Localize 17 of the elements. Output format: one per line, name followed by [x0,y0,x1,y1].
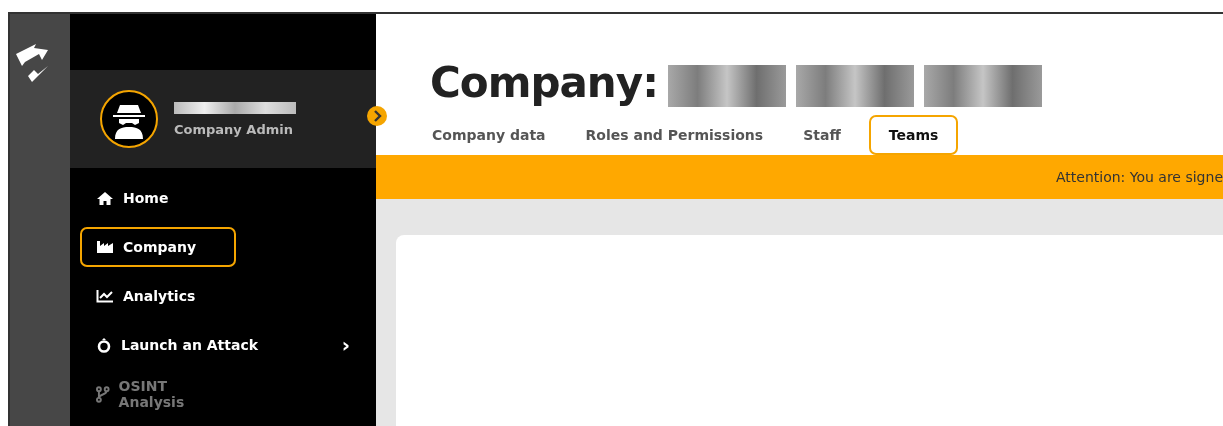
nav-item[interactable]: Company [80,227,236,267]
avatar-icon [100,90,158,148]
line-chart-icon [96,289,114,303]
banner-text: Attention: You are signe [1056,169,1223,185]
nav-item[interactable]: Analytics [80,276,236,316]
nav-item[interactable]: Launch an Attack › [80,325,352,365]
tab[interactable]: Company data [420,115,558,155]
chevron-icon: › [341,333,350,357]
tab[interactable]: Roles and Permissions [573,115,776,155]
user-role: Company Admin [174,121,294,137]
branch-icon [96,385,110,403]
home-icon [96,190,114,206]
factory-icon [96,240,114,254]
tab[interactable]: Staff [791,115,853,155]
fire-icon [96,337,112,353]
page-title: Company: [430,58,658,107]
nav-item[interactable]: Home [80,178,236,218]
